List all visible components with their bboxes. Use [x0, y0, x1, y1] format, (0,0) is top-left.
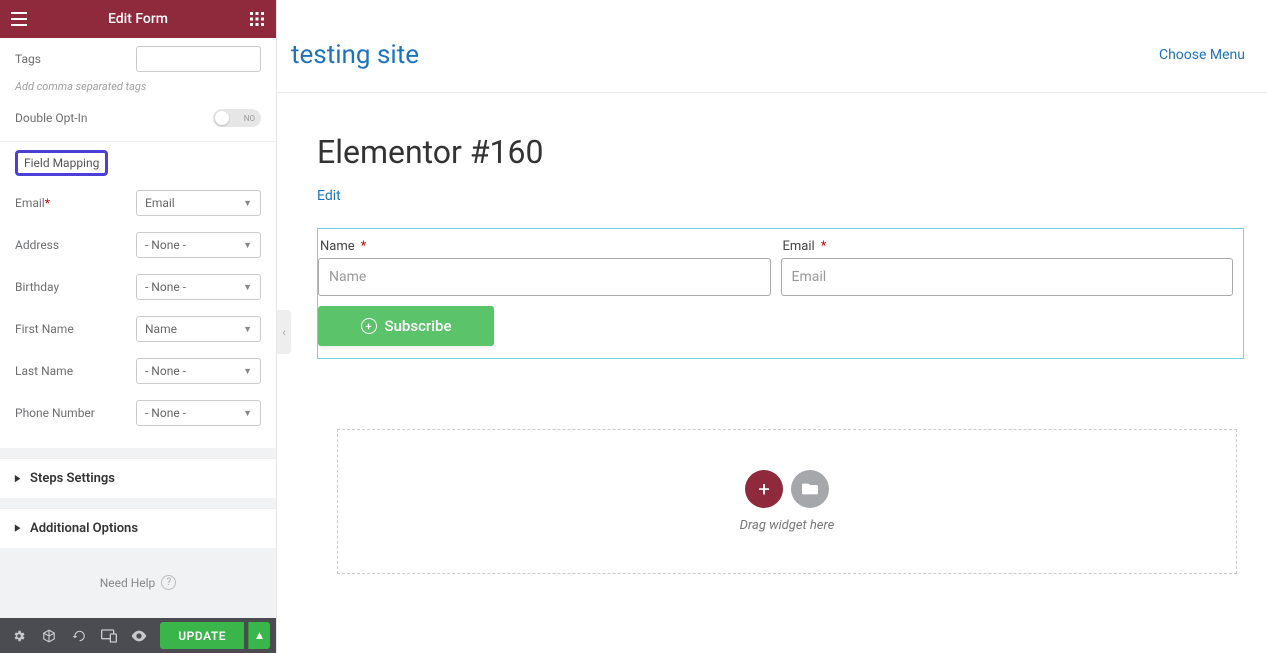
steps-settings-accordion[interactable]: ▸ Steps Settings [0, 458, 276, 498]
tags-label: Tags [15, 52, 136, 66]
mapping-select-email[interactable]: Email▼ [136, 190, 261, 216]
settings-icon[interactable] [6, 623, 32, 649]
mapping-label: Address [15, 238, 136, 252]
plus-circle-icon: + [361, 318, 377, 334]
need-help-label: Need Help [100, 576, 156, 590]
mapping-select-address[interactable]: - None -▼ [136, 232, 261, 258]
mapping-select-firstname[interactable]: Name▼ [136, 316, 261, 342]
site-header: testing site Choose Menu [277, 38, 1267, 93]
mapping-row-address: Address - None -▼ [0, 224, 276, 266]
template-library-button[interactable] [791, 470, 829, 508]
preview-area: testing site Choose Menu Elementor #160 … [277, 0, 1267, 653]
chevron-down-icon: ▼ [243, 198, 252, 209]
mapping-select-birthday[interactable]: - None -▼ [136, 274, 261, 300]
edit-link[interactable]: Edit [317, 188, 341, 204]
apps-grid-icon[interactable] [238, 0, 276, 38]
mapping-row-email: Email* Email▼ [0, 182, 276, 224]
accordion-label: Steps Settings [30, 471, 115, 486]
history-icon[interactable] [66, 623, 92, 649]
tags-input[interactable] [136, 46, 261, 72]
mapping-select-lastname[interactable]: - None -▼ [136, 358, 261, 384]
mapping-row-firstname: First Name Name▼ [0, 308, 276, 350]
dropzone-hint: Drag widget here [740, 518, 835, 533]
plus-icon: + [758, 477, 769, 501]
mapping-label: Phone Number [15, 406, 136, 420]
add-section-button[interactable]: + [745, 470, 783, 508]
subscribe-label: Subscribe [385, 317, 452, 335]
email-field: Email * [781, 239, 1234, 296]
chevron-down-icon: ▼ [243, 282, 252, 293]
sidebar-footer: UPDATE ▴ [0, 618, 276, 653]
caret-right-icon: ▸ [15, 521, 20, 535]
collapse-panel-handle[interactable]: ‹ [277, 310, 291, 354]
tags-row: Tags [0, 38, 276, 80]
mapping-label: Last Name [15, 364, 136, 378]
mapping-label: Email [15, 196, 45, 210]
choose-menu-link[interactable]: Choose Menu [1159, 47, 1245, 63]
mapping-select-phone[interactable]: - None -▼ [136, 400, 261, 426]
menu-icon[interactable] [0, 0, 38, 38]
chevron-down-icon: ▼ [243, 240, 252, 251]
page-title: Elementor #160 [317, 133, 1267, 171]
chevron-down-icon: ▼ [243, 324, 252, 335]
toggle-no-text: NO [244, 114, 255, 123]
name-input[interactable] [318, 258, 771, 296]
field-mapping-title: Field Mapping [15, 150, 108, 176]
sidebar-header: Edit Form [0, 0, 276, 38]
field-mapping-header: Field Mapping [0, 142, 276, 182]
chevron-up-icon: ▴ [256, 628, 263, 643]
chevron-down-icon: ▼ [243, 366, 252, 377]
name-field: Name * [318, 239, 771, 296]
panel-body: Tags Add comma separated tags Double Opt… [0, 38, 276, 618]
mapping-label: Birthday [15, 280, 136, 294]
name-label: Name [320, 239, 355, 254]
double-optin-row: Double Opt-In NO [0, 101, 276, 135]
chevron-down-icon: ▼ [243, 408, 252, 419]
mapping-row-phone: Phone Number - None -▼ [0, 392, 276, 434]
required-asterisk: * [361, 239, 367, 254]
sidebar-title: Edit Form [38, 11, 238, 27]
required-asterisk: * [821, 239, 827, 254]
page-content: Elementor #160 Edit Name * Email * + Subsc… [277, 93, 1267, 574]
double-optin-toggle[interactable]: NO [213, 109, 261, 127]
help-icon: ? [161, 575, 176, 590]
accordion-label: Additional Options [30, 521, 138, 536]
mapping-label: First Name [15, 322, 136, 336]
need-help[interactable]: Need Help ? [0, 548, 276, 618]
folder-icon [802, 482, 818, 496]
form-widget[interactable]: Name * Email * + Subscribe [317, 228, 1244, 359]
preview-icon[interactable] [126, 623, 152, 649]
responsive-icon[interactable] [96, 623, 122, 649]
update-options-button[interactable]: ▴ [248, 622, 270, 649]
editor-sidebar: Edit Form Tags Add comma separated tags … [0, 0, 277, 653]
widget-dropzone[interactable]: + Drag widget here [337, 429, 1237, 574]
mapping-row-birthday: Birthday - None -▼ [0, 266, 276, 308]
required-asterisk: * [45, 196, 50, 210]
double-optin-label: Double Opt-In [15, 111, 213, 125]
update-button[interactable]: UPDATE [160, 622, 244, 649]
email-input[interactable] [781, 258, 1234, 296]
navigator-icon[interactable] [36, 623, 62, 649]
site-title[interactable]: testing site [291, 40, 419, 70]
email-label: Email [783, 239, 815, 254]
additional-options-accordion[interactable]: ▸ Additional Options [0, 508, 276, 548]
caret-right-icon: ▸ [15, 471, 20, 485]
tags-hint: Add comma separated tags [0, 80, 276, 101]
subscribe-button[interactable]: + Subscribe [318, 306, 494, 346]
chevron-left-icon: ‹ [282, 326, 285, 339]
mapping-row-lastname: Last Name - None -▼ [0, 350, 276, 392]
